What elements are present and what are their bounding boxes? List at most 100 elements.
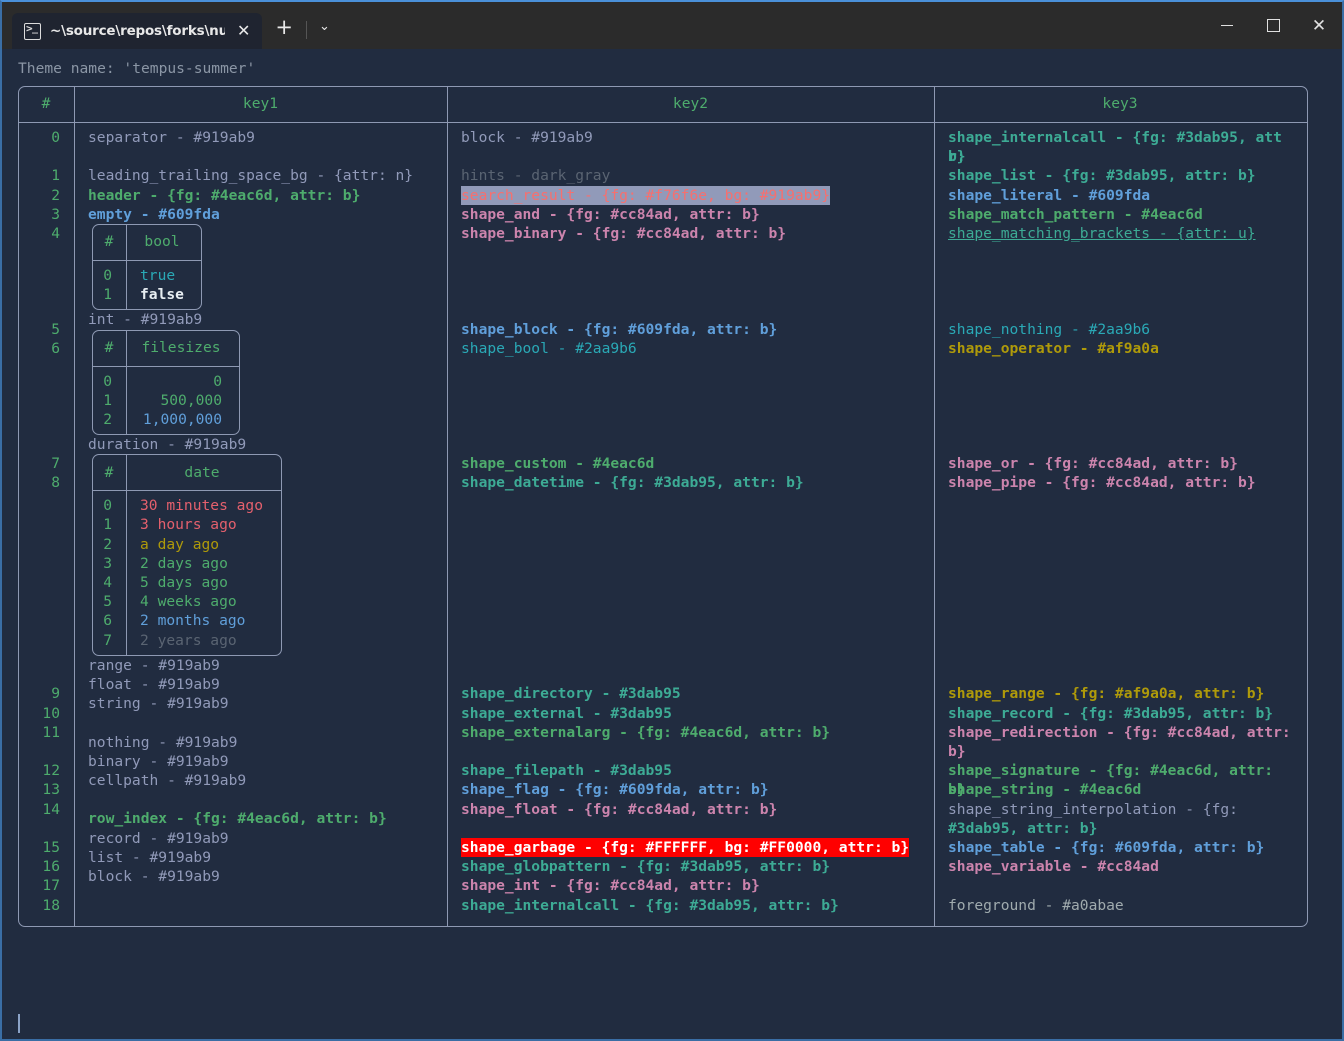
nested-header-value: date	[184, 463, 220, 481]
key1-line: leading_trailing_space_bg - {attr: n}	[88, 167, 414, 185]
maximize-button[interactable]	[1250, 2, 1296, 49]
key1-line	[88, 147, 437, 166]
key2-line: hints - dark_gray	[461, 167, 611, 185]
key2-line: shape_filepath - #3dab95	[461, 762, 672, 780]
key2-line	[461, 742, 924, 761]
key1-line: list - #919ab9	[88, 848, 212, 866]
key3-line	[948, 512, 1296, 531]
key1-line: record - #919ab9	[88, 829, 229, 847]
key3-line	[948, 531, 1296, 550]
row-index-blank	[18, 301, 74, 320]
row-index-5: 5	[51, 320, 60, 338]
row-index-blank	[18, 435, 74, 454]
new-tab-button[interactable]: +	[262, 13, 306, 49]
key3-line: shape_literal - #609fda	[948, 186, 1151, 204]
key3-line	[948, 627, 1296, 646]
nested-row-index: 1	[103, 391, 112, 409]
key2-line	[461, 589, 924, 608]
nested-cell: true	[140, 266, 176, 284]
row-index-9: 9	[51, 685, 60, 703]
nested-header-index: #	[104, 233, 114, 251]
row-index-blank	[18, 262, 74, 281]
key2-line: shape_int - {fg: #cc84ad, attr: b}	[461, 877, 760, 895]
key1-line: nothing - #919ab9	[88, 733, 238, 751]
key2-line: shape_custom - #4eac6d	[461, 455, 655, 473]
title-bar: ~\source\repos\forks\nu_scrip ✕ + ⌄ ✕	[2, 2, 1342, 49]
key3-line	[948, 493, 1296, 512]
key3-line: foreground - #a0abae	[948, 896, 1124, 914]
nested-row-index: 3	[103, 554, 112, 572]
key2-line: shape_binary - {fg: #cc84ad, attr: b}	[461, 224, 787, 242]
key2-line	[461, 358, 924, 377]
key2-line	[461, 147, 924, 166]
key2-line	[461, 282, 924, 301]
key3-line	[948, 282, 1296, 301]
key2-line: shape_flag - {fg: #609fda, attr: b}	[461, 781, 769, 799]
key3-line: shape_list - {fg: #3dab95, attr: b}	[948, 167, 1256, 185]
key2-line: shape_float - {fg: #cc84ad, attr: b}	[461, 800, 778, 818]
nested-header-row: # date	[92, 454, 282, 490]
nested-col-divider	[126, 454, 128, 656]
header-key2: key2	[672, 95, 709, 113]
key3-line	[948, 377, 1296, 396]
key3-line	[948, 589, 1296, 608]
key3-line: shape_or - {fg: #cc84ad, attr: b}	[948, 455, 1238, 473]
table-header-divider	[18, 122, 1308, 124]
row-index-6: 6	[51, 340, 60, 358]
key3-line: b}	[948, 743, 966, 760]
key2-line	[461, 397, 924, 416]
row-index-10: 10	[42, 704, 60, 722]
nested-header-value: filesizes	[141, 338, 221, 356]
main-table: # key1 key2 key3 0 1234 56 78 9 10 11 12 13…	[18, 86, 1308, 927]
terminal-cursor	[18, 1014, 20, 1033]
key2-line: shape_external - #3dab95	[461, 704, 672, 722]
minimize-button[interactable]	[1204, 2, 1250, 49]
key3-line: shape_pipe - {fg: #cc84ad, attr: b}	[948, 474, 1256, 492]
nested-cell: 1,000,000	[142, 410, 222, 428]
row-index-blank	[18, 608, 74, 627]
key3-line	[948, 262, 1296, 281]
tab-strip: ~\source\repos\forks\nu_scrip ✕ + ⌄	[2, 2, 342, 49]
key2-line: shape_and - {fg: #cc84ad, attr: b}	[461, 205, 760, 223]
key3-column: shape_internalcall - {fg: #3dab95, attr:…	[934, 122, 1306, 921]
key2-line	[461, 301, 924, 320]
row-index-blank	[18, 282, 74, 301]
row-index-1: 1	[51, 167, 60, 185]
terminal-content[interactable]: Theme name: 'tempus-summer' # key1 key2 …	[2, 49, 1342, 1039]
row-index-4: 4	[51, 224, 60, 242]
chevron-down-icon[interactable]: ⌄	[307, 13, 342, 49]
key3-line	[948, 358, 1296, 377]
row-index-8: 8	[51, 474, 60, 492]
key2-line	[461, 512, 924, 531]
close-tab-icon[interactable]: ✕	[233, 21, 254, 41]
row-index-7: 7	[51, 455, 60, 473]
key1-line: range - #919ab9	[88, 656, 220, 674]
nested-body: 0 1 2 3 4 5 6 7 30 minutes ago 3 hours ago a day a…	[92, 490, 282, 650]
row-index-15: 15	[42, 838, 60, 856]
nested-cell: 30 minutes ago	[140, 497, 264, 515]
key2-line	[461, 531, 924, 550]
row-index-13: 13	[42, 781, 60, 799]
nested-col-divider	[126, 329, 128, 436]
row-index-blank	[18, 512, 74, 531]
nested-row-index: 1	[103, 286, 112, 304]
nested-cell: 4 weeks ago	[140, 593, 237, 611]
row-index-16: 16	[42, 858, 60, 876]
row-index-blank	[18, 646, 74, 665]
key1-line	[88, 790, 437, 809]
tab-active[interactable]: ~\source\repos\forks\nu_scrip ✕	[12, 13, 263, 49]
key3-line: shape_record - {fg: #3dab95, attr: b}	[948, 704, 1274, 722]
nested-table-bool: # bool 0 1 true false	[92, 223, 202, 311]
row-index-11: 11	[42, 723, 60, 741]
row-index-blank	[18, 493, 74, 512]
close-window-button[interactable]: ✕	[1296, 2, 1342, 49]
nested-row-index: 2	[103, 410, 112, 428]
key3-line	[948, 646, 1296, 665]
nested-body: 0 1 2 0 500,000 1,000,000	[92, 366, 240, 430]
key3-line	[948, 416, 1296, 435]
key3-line: #3dab95, attr: b}	[948, 819, 1098, 837]
key2-line: shape_datetime - {fg: #3dab95, attr: b}	[461, 474, 804, 492]
key1-line: binary - #919ab9	[88, 752, 229, 770]
key1-line: duration - #919ab9	[88, 436, 247, 454]
nested-value-column: 0 500,000 1,000,000	[126, 372, 236, 430]
